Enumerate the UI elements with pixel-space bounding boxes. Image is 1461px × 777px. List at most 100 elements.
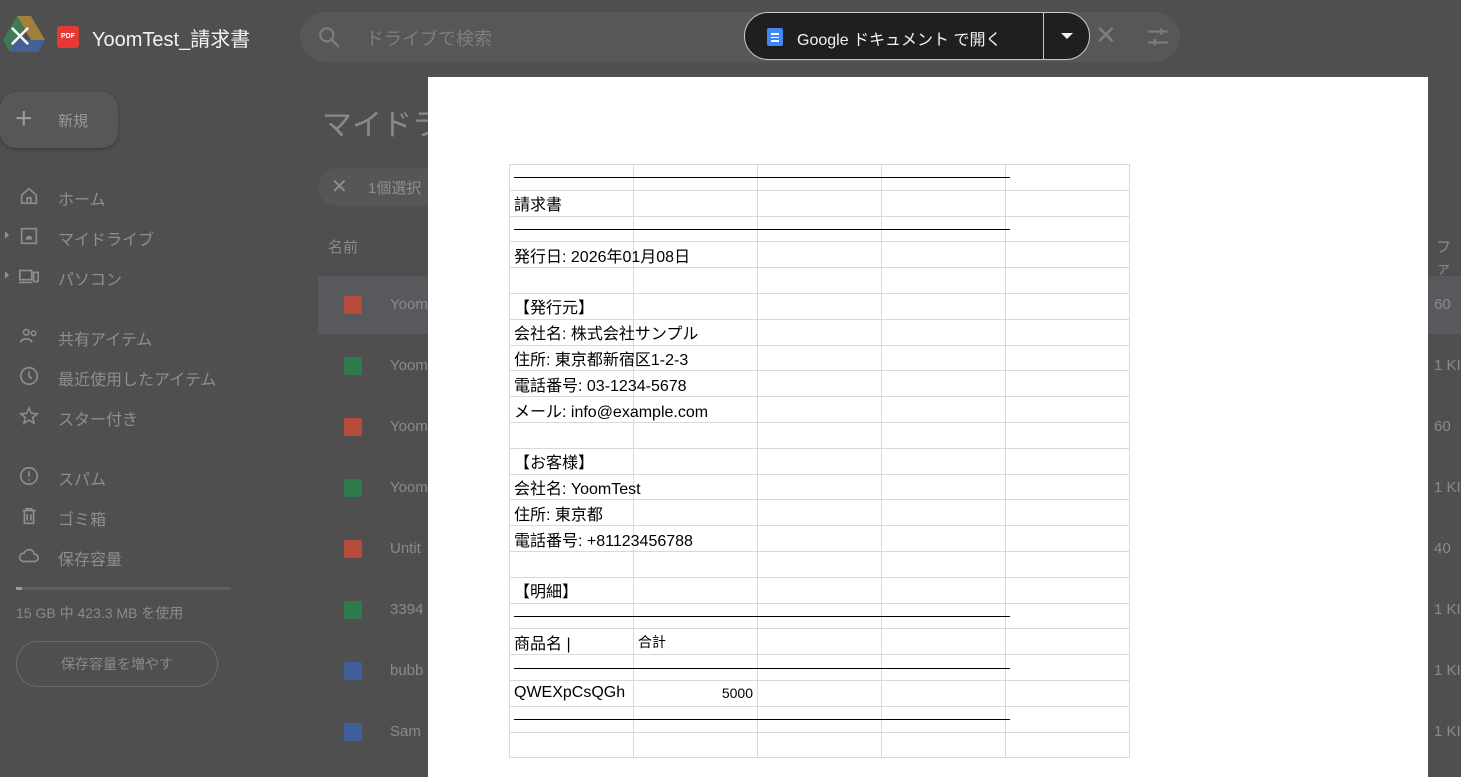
details-header: 【明細】	[514, 584, 579, 602]
my-drive-icon	[20, 227, 38, 245]
pdf-file-icon	[344, 540, 362, 558]
item-name: QWEXpCsQGh	[509, 679, 634, 707]
sidebar-item-label: 共有アイテム	[58, 332, 153, 349]
trash-icon	[22, 507, 36, 525]
people-icon	[19, 328, 37, 343]
doc-file-icon	[344, 662, 362, 680]
sidebar-item-spam[interactable]: スパム	[0, 461, 280, 491]
customer-header: 【お客様】	[514, 455, 595, 473]
sidebar-item-label: ゴミ箱	[58, 512, 107, 529]
file-name: Yoom	[390, 418, 428, 435]
google-docs-icon	[767, 28, 783, 46]
search-placeholder: ドライブで検索	[366, 29, 492, 49]
file-name: Yoom	[390, 357, 428, 374]
open-with-button[interactable]: Google ドキュメント で開く	[744, 12, 1090, 60]
file-size: 1 KI	[1434, 601, 1461, 618]
pdf-file-icon: PDF	[57, 26, 79, 48]
invoice-grid: 請求書 発行日: 2026年01月08日 【発行元】 会社名: 株式会社サンプル…	[509, 164, 1130, 759]
clear-search-icon: ✕	[1095, 20, 1117, 50]
sidebar-item-computers[interactable]: パソコン	[0, 261, 280, 291]
file-name: 3394	[390, 601, 424, 618]
new-button-label: 新規	[58, 113, 89, 130]
separator-line	[514, 615, 1010, 617]
sidebar-item-recent[interactable]: 最近使用したアイテム	[0, 361, 280, 391]
sidebar-item-shared[interactable]: 共有アイテム	[0, 321, 280, 351]
issuer-email: メール: info@example.com	[514, 403, 709, 421]
sheet-file-icon	[344, 357, 362, 375]
sidebar-item-label: スター付き	[58, 412, 139, 429]
spam-icon	[19, 466, 39, 486]
sidebar-item-label: 最近使用したアイテム	[58, 372, 217, 389]
star-icon	[18, 405, 40, 425]
pdf-file-icon	[344, 296, 362, 314]
separator-line	[514, 667, 1010, 669]
tune-icon	[1148, 28, 1168, 46]
issuer-company: 会社名: 株式会社サンプル	[514, 326, 699, 344]
column-header-name[interactable]: 名前	[328, 236, 358, 257]
file-name: Sam	[390, 723, 421, 740]
issuer-header: 【発行元】	[514, 300, 595, 318]
file-name: Yoom	[390, 479, 428, 496]
file-size: 60	[1434, 418, 1451, 435]
invoice-title: 請求書	[514, 197, 563, 215]
separator-line	[514, 177, 1010, 179]
storage-usage-text: 15 GB 中 423.3 MB を使用	[16, 605, 184, 621]
sidebar-item-label: マイドライブ	[58, 232, 155, 249]
page-title: マイドラ	[322, 109, 442, 142]
file-size: 60	[1434, 296, 1451, 313]
issue-date: 発行日: 2026年01月08日	[514, 248, 691, 266]
file-name: Yoom	[390, 296, 428, 313]
column-product-header: 商品名 |	[509, 628, 634, 656]
sidebar-item-label: ホーム	[58, 192, 106, 209]
item-total: 5000	[633, 679, 758, 707]
file-size: 1 KI	[1434, 479, 1461, 496]
sidebar-item-storage[interactable]: 保存容量	[0, 541, 280, 571]
file-name: Untit	[390, 540, 421, 557]
separator-line	[514, 719, 1010, 721]
file-title: YoomTest_請求書	[92, 29, 251, 51]
sidebar-item-starred[interactable]: スター付き	[0, 401, 280, 431]
file-size: 1 KI	[1434, 357, 1461, 374]
new-button[interactable]: + 新規	[0, 92, 118, 148]
doc-file-icon	[344, 723, 362, 741]
open-with-label: Google ドキュメント で開く	[797, 32, 1002, 49]
expand-caret-icon[interactable]	[5, 231, 9, 239]
sidebar-item-trash[interactable]: ゴミ箱	[0, 501, 280, 531]
sidebar-item-home[interactable]: ホーム	[0, 181, 280, 211]
cloud-icon	[18, 548, 39, 563]
issuer-phone: 電話番号: 03-1234-5678	[514, 377, 687, 395]
customer-address: 住所: 東京都	[514, 506, 603, 524]
clock-icon	[19, 366, 39, 386]
column-total-header: 合計	[633, 628, 758, 656]
separator-line	[514, 228, 1010, 230]
dropdown-arrow-icon[interactable]	[1061, 33, 1073, 39]
get-more-storage-button[interactable]: 保存容量を増やす	[16, 641, 218, 687]
sheet-file-icon	[344, 601, 362, 619]
viewer-toolbar: ドライブで検索 ✕ PDF YoomTest_請求書 Google ドキュメント…	[0, 0, 1461, 76]
close-viewer-icon[interactable]	[6, 22, 34, 50]
file-size: 40	[1434, 540, 1451, 557]
search-icon	[319, 27, 340, 48]
expand-caret-icon[interactable]	[5, 271, 9, 279]
clear-selection-icon[interactable]: ✕	[331, 174, 348, 199]
file-size: 1 KI	[1434, 723, 1461, 740]
sheet-file-icon	[344, 479, 362, 497]
file-size: 1 KI	[1434, 662, 1461, 679]
selection-count: 1個選択	[368, 180, 422, 197]
storage-usage-fill	[16, 587, 23, 590]
pdf-page: 請求書 発行日: 2026年01月08日 【発行元】 会社名: 株式会社サンプル…	[428, 77, 1428, 777]
column-header-size[interactable]: ファ	[1436, 236, 1461, 278]
pdf-file-icon	[344, 418, 362, 436]
file-name: bubb	[390, 662, 424, 679]
issuer-address: 住所: 東京都新宿区1-2-3	[514, 351, 689, 369]
home-icon	[20, 187, 38, 205]
sidebar-item-label: スパム	[58, 472, 107, 489]
plus-icon: +	[15, 102, 33, 135]
storage-usage-bar	[16, 587, 231, 590]
sidebar-item-my-drive[interactable]: マイドライブ	[0, 221, 280, 251]
sidebar-item-label: パソコン	[58, 272, 123, 289]
sidebar-item-label: 保存容量	[58, 552, 123, 569]
button-divider	[1043, 13, 1044, 59]
computer-icon	[18, 269, 39, 284]
customer-phone: 電話番号: +81123456788	[514, 532, 693, 550]
